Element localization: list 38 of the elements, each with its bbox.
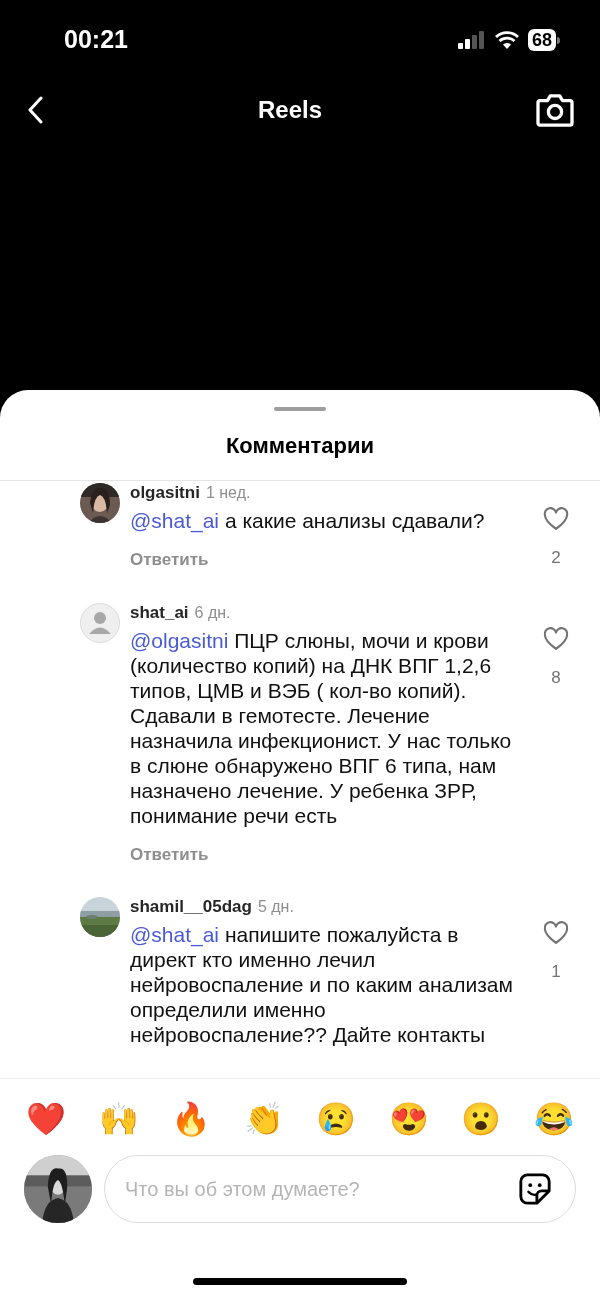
sheet-title: Комментарии bbox=[225, 432, 375, 460]
signal-icon bbox=[457, 31, 486, 49]
comment-username[interactable]: shat_ai bbox=[130, 602, 189, 623]
reaction-emoji[interactable]: 😂 bbox=[533, 1099, 574, 1139]
heart-icon[interactable] bbox=[542, 505, 570, 533]
sticker-icon[interactable] bbox=[518, 1172, 552, 1206]
status-time: 00:21 bbox=[64, 24, 128, 56]
comment-input[interactable]: Что вы об этом думаете? bbox=[104, 1155, 576, 1223]
reaction-emoji[interactable]: 😮 bbox=[461, 1099, 502, 1139]
reaction-emoji[interactable]: ❤ bbox=[26, 1099, 66, 1139]
default-avatar-icon bbox=[80, 602, 120, 643]
like-count: 8 bbox=[551, 666, 561, 689]
reply-link[interactable]: Ответить bbox=[130, 841, 209, 867]
mention-link[interactable]: @shat_ai bbox=[130, 509, 220, 532]
like-count: 1 bbox=[551, 961, 561, 983]
comment-username[interactable]: shamil__05dag bbox=[130, 897, 252, 917]
drag-handle[interactable] bbox=[274, 407, 326, 411]
comment-text: @shat_ai а какие анализы сдавали? bbox=[130, 508, 486, 533]
comment-time: 5 дн. bbox=[257, 897, 294, 917]
comment-text: @shat_ai напишите пожалуйста в директ кто именно лечил нейровоспаление и по каким анализам определили именно нейровоспаление?? Дайте контакты bbox=[130, 922, 514, 1047]
mention-link[interactable]: @olgasitni bbox=[130, 628, 229, 652]
comment-text: @olgasitni ПЦР слюны, мочи и крови (количество копий) на ДНК ВПГ 1,2,6 типов, ЦМВ и ВЭБ ( кол-во копий). Сдавали в гемотесте. Лечение назначила инфекционист. У нас только в слюне обнаружено ВПГ 6 типа, нам назначено лечение. У ребенка ЗРР, понимание речи есть bbox=[130, 627, 513, 828]
heart-icon[interactable] bbox=[542, 624, 570, 653]
comment-username[interactable]: olgasitni bbox=[130, 483, 200, 503]
wifi-icon bbox=[493, 31, 520, 49]
battery-indicator: 68 bbox=[527, 29, 560, 51]
heart-icon[interactable] bbox=[542, 919, 570, 947]
camera-icon[interactable] bbox=[536, 93, 574, 127]
like-count: 2 bbox=[551, 547, 561, 569]
comment-time: 1 нед. bbox=[205, 483, 251, 503]
header-title: Reels bbox=[257, 95, 322, 125]
reaction-emoji[interactable]: 😍 bbox=[388, 1099, 429, 1139]
comment-time: 6 дн. bbox=[194, 602, 231, 623]
reaction-emoji[interactable]: 😢 bbox=[316, 1099, 357, 1139]
mention-link[interactable]: @shat_ai bbox=[130, 923, 220, 946]
reply-link[interactable]: Ответить bbox=[130, 547, 209, 573]
reaction-emoji[interactable]: 🔥 bbox=[171, 1099, 212, 1139]
back-icon[interactable] bbox=[26, 96, 44, 124]
